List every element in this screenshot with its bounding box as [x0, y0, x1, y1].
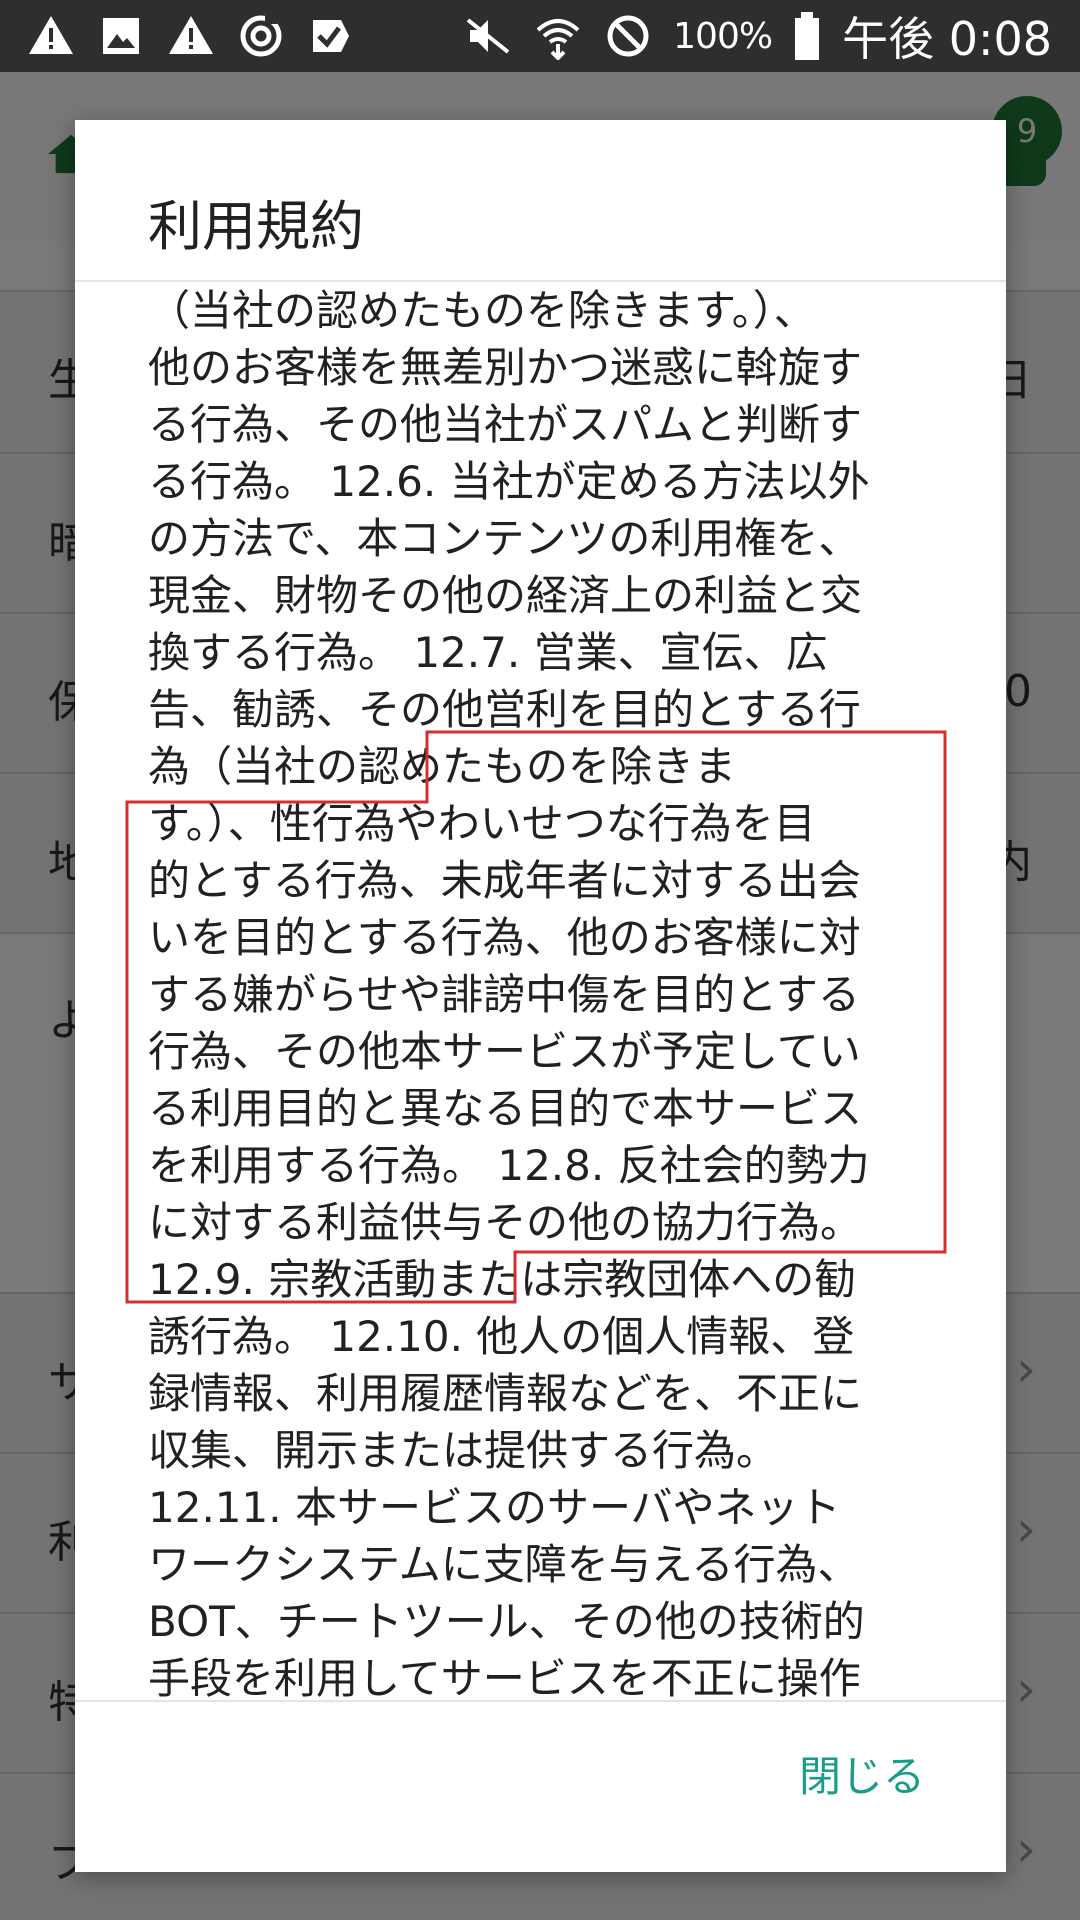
mute-icon	[463, 11, 513, 61]
terms-line: ワークシステムに支障を与える行為、	[148, 1540, 860, 1589]
status-bar: 100% 午後 0:08	[0, 0, 1080, 72]
warning-icon	[166, 11, 216, 61]
terms-line: 12.11. 本サービスのサーバやネット	[148, 1483, 841, 1532]
battery-icon	[792, 11, 822, 61]
sync-icon	[236, 11, 286, 61]
terms-line: 的とする行為、未成年者に対する出会	[148, 856, 861, 905]
close-button[interactable]: 閉じる	[793, 1735, 931, 1812]
terms-line: 現金、財物その他の経済上の利益と交	[148, 571, 863, 620]
terms-line: 他のお客様を無差別かつ迷惑に斡旋す	[148, 343, 863, 392]
checkbox-icon	[306, 11, 356, 61]
terms-line: BOT、チートツール、その他の技術的	[148, 1597, 865, 1646]
terms-line: 手段を利用してサービスを不正に操作	[148, 1654, 861, 1700]
terms-line: る行為。 12.6. 当社が定める方法以外	[148, 457, 870, 506]
terms-line: を利用する行為。 12.8. 反社会的勢力	[148, 1141, 870, 1190]
terms-line: 行為、その他本サービスが予定してい	[148, 1027, 861, 1076]
terms-line: す。）、性行為やわいせつな行為を目	[148, 799, 816, 848]
terms-line: 換する行為。 12.7. 営業、宣伝、広	[148, 628, 828, 677]
terms-line: 誘行為。 12.10. 他人の個人情報、登	[148, 1312, 855, 1361]
terms-line: 収集、開示または提供する行為。	[148, 1426, 779, 1475]
terms-line: 録情報、利用履歴情報などを、不正に	[148, 1369, 863, 1418]
terms-line: の方法で、本コンテンツの利用権を、	[148, 514, 861, 563]
dialog-title: 利用規約	[148, 195, 364, 258]
terms-line: 告、勧誘、その他営利を目的とする行	[148, 685, 861, 734]
terms-line: する嫌がらせや誹謗中傷を目的とする	[148, 970, 860, 1019]
image-icon	[96, 11, 146, 61]
terms-body: （当社の認めたものを除きます。）、 他のお客様を無差別かつ迷惑に斡旋す る行為、その…	[148, 282, 948, 1700]
terms-line: （当社の認めたものを除きます。）、	[148, 286, 816, 335]
wifi-icon	[533, 11, 583, 61]
terms-scroll-area[interactable]: （当社の認めたものを除きます。）、 他のお客様を無差別かつ迷惑に斡旋す る行為、その…	[75, 282, 1006, 1700]
footer-divider	[75, 1700, 1006, 1702]
terms-line: 為（当社の認めたものを除きま	[148, 742, 737, 791]
terms-line: る利用目的と異なる目的で本サービス	[148, 1084, 863, 1133]
battery-percent: 100%	[673, 15, 773, 57]
terms-line: に対する利益供与その他の協力行為。	[148, 1198, 863, 1247]
warning-icon	[26, 11, 76, 61]
terms-line: 12.9. 宗教活動または宗教団体への勧	[148, 1255, 857, 1304]
terms-line: いを目的とする行為、他のお客様に対	[148, 913, 861, 962]
terms-line: る行為、その他当社がスパムと判断す	[148, 400, 863, 449]
clock: 午後 0:08	[842, 12, 1052, 66]
terms-dialog: 利用規約 （当社の認めたものを除きます。）、 他のお客様を無差別かつ迷惑に斡旋する…	[75, 120, 1006, 1872]
block-icon	[603, 11, 653, 61]
